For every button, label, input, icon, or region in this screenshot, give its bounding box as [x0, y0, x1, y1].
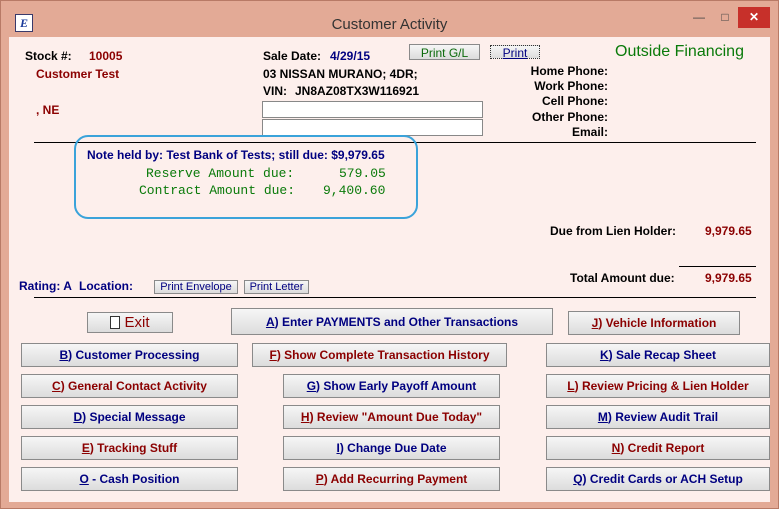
print-letter-button[interactable]: Print Letter [244, 280, 309, 294]
recurring-payment-label: ) Add Recurring Payment [323, 472, 468, 486]
maximize-icon[interactable]: □ [712, 7, 738, 28]
hotkey-h: H [300, 410, 310, 424]
note-held-by: Note held by: Test Bank of Tests; still … [87, 148, 385, 162]
door-icon [110, 316, 121, 329]
sale-recap-label: ) Sale Recap Sheet [608, 348, 717, 362]
vehicle-information-label: ) Vehicle Information [598, 316, 717, 330]
total-rule [679, 266, 756, 267]
contract-amount-value: 9,400.60 [323, 183, 386, 198]
change-due-date-label: ) Change Due Date [339, 441, 447, 455]
customer-processing-label: ) Customer Processing [68, 348, 200, 362]
tracking-stuff-label: ) Tracking Stuff [89, 441, 178, 455]
hotkey-g: G [306, 379, 317, 393]
print-button[interactable]: Print [490, 45, 540, 60]
amount-due-today-label: ) Review "Amount Due Today" [309, 410, 483, 424]
customer-processing-button[interactable]: B) Customer Processing [21, 343, 238, 367]
stock-label: Stock #: [25, 49, 72, 63]
change-due-date-button[interactable]: I) Change Due Date [283, 436, 500, 460]
cell-phone-label: Cell Phone: [541, 94, 608, 108]
cash-position-label: - Cash Position [88, 472, 180, 486]
credit-report-label: ) Credit Report [620, 441, 705, 455]
sale-date-label: Sale Date: [263, 49, 322, 63]
vehicle-description: 03 NISSAN MURANO; 4DR; [263, 67, 418, 81]
enter-payments-button[interactable]: A) Enter PAYMENTS and Other Transactions [231, 308, 553, 335]
transaction-history-label: ) Show Complete Transaction History [276, 348, 490, 362]
vehicle-information-button[interactable]: J) Vehicle Information [568, 311, 740, 335]
early-payoff-button[interactable]: G) Show Early Payoff Amount [283, 374, 500, 398]
hotkey-k: K [599, 348, 609, 362]
credit-report-button[interactable]: N) Credit Report [546, 436, 770, 460]
credit-cards-ach-label: ) Credit Cards or ACH Setup [582, 472, 743, 486]
cash-position-button[interactable]: O - Cash Position [21, 467, 238, 491]
rating-divider [34, 297, 756, 298]
general-contact-button[interactable]: C) General Contact Activity [21, 374, 238, 398]
total-due-value: 9,979.65 [705, 271, 752, 285]
address-line-2-field[interactable] [262, 119, 483, 136]
print-button-label: Print [502, 46, 528, 60]
minimize-icon[interactable]: — [686, 7, 712, 28]
location-label: Location: [79, 279, 133, 293]
reserve-amount-label: Reserve Amount due: [146, 166, 295, 181]
print-gl-button[interactable]: Print G/L [409, 44, 480, 60]
exit-button[interactable]: Exit [87, 312, 173, 333]
hotkey-l: L [567, 379, 575, 393]
client-area: Stock #: 10005 Customer Test , NE Sale D… [9, 37, 770, 502]
hotkey-m: M [597, 410, 608, 424]
close-icon[interactable]: ✕ [738, 7, 770, 28]
special-message-label: ) Special Message [82, 410, 186, 424]
print-envelope-button[interactable]: Print Envelope [154, 280, 238, 294]
hotkey-o: O [79, 472, 89, 486]
transaction-history-button[interactable]: F) Show Complete Transaction History [252, 343, 507, 367]
credit-cards-ach-button[interactable]: Q) Credit Cards or ACH Setup [546, 467, 770, 491]
home-phone-label: Home Phone: [530, 64, 608, 78]
special-message-button[interactable]: D) Special Message [21, 405, 238, 429]
vin-label: VIN: [263, 84, 287, 98]
vin-value: JN8AZ08TX3W116921 [295, 84, 420, 98]
hotkey-c: C [52, 379, 61, 393]
email-label: Email: [571, 125, 608, 139]
stock-number: 10005 [89, 49, 123, 63]
enter-payments-label: ) Enter PAYMENTS and Other Transactions [274, 315, 519, 329]
hotkey-a: A [265, 315, 275, 329]
work-phone-label: Work Phone: [534, 79, 608, 93]
hotkey-d: D [73, 410, 83, 424]
customer-name: Customer Test [36, 67, 120, 81]
sale-recap-button[interactable]: K) Sale Recap Sheet [546, 343, 770, 367]
hotkey-b: B [59, 348, 69, 362]
financing-status: Outside Financing [615, 43, 744, 60]
review-pricing-label: ) Review Pricing & Lien Holder [574, 379, 749, 393]
total-due-label: Total Amount due: [570, 271, 675, 285]
city-state: , NE [36, 103, 60, 117]
lien-holder-due-label: Due from Lien Holder: [550, 224, 677, 238]
other-phone-label: Other Phone: [531, 110, 608, 124]
hotkey-e: E [81, 441, 90, 455]
early-payoff-label: ) Show Early Payoff Amount [316, 379, 477, 393]
recurring-payment-button[interactable]: P) Add Recurring Payment [283, 467, 500, 491]
exit-button-label: Exit [124, 314, 150, 331]
customer-activity-window: E Customer Activity — □ ✕ Stock #: 10005… [0, 0, 779, 509]
rating-label: Rating: A [19, 279, 72, 293]
sale-date-value: 4/29/15 [330, 49, 371, 63]
title-bar[interactable]: E Customer Activity — □ ✕ [1, 1, 778, 37]
address-line-1-field[interactable] [262, 101, 483, 118]
hotkey-f: F [269, 348, 277, 362]
lien-holder-due-value: 9,979.65 [705, 224, 752, 238]
hotkey-q: Q [573, 472, 583, 486]
hotkey-p: P [315, 472, 324, 486]
review-pricing-button[interactable]: L) Review Pricing & Lien Holder [546, 374, 770, 398]
tracking-stuff-button[interactable]: E) Tracking Stuff [21, 436, 238, 460]
general-contact-label: ) General Contact Activity [60, 379, 207, 393]
audit-trail-button[interactable]: M) Review Audit Trail [546, 405, 770, 429]
amount-due-today-button[interactable]: H) Review "Amount Due Today" [283, 405, 500, 429]
audit-trail-label: ) Review Audit Trail [607, 410, 719, 424]
window-title: Customer Activity [331, 16, 448, 33]
contract-amount-label: Contract Amount due: [139, 183, 296, 198]
reserve-amount-value: 579.05 [339, 166, 386, 181]
